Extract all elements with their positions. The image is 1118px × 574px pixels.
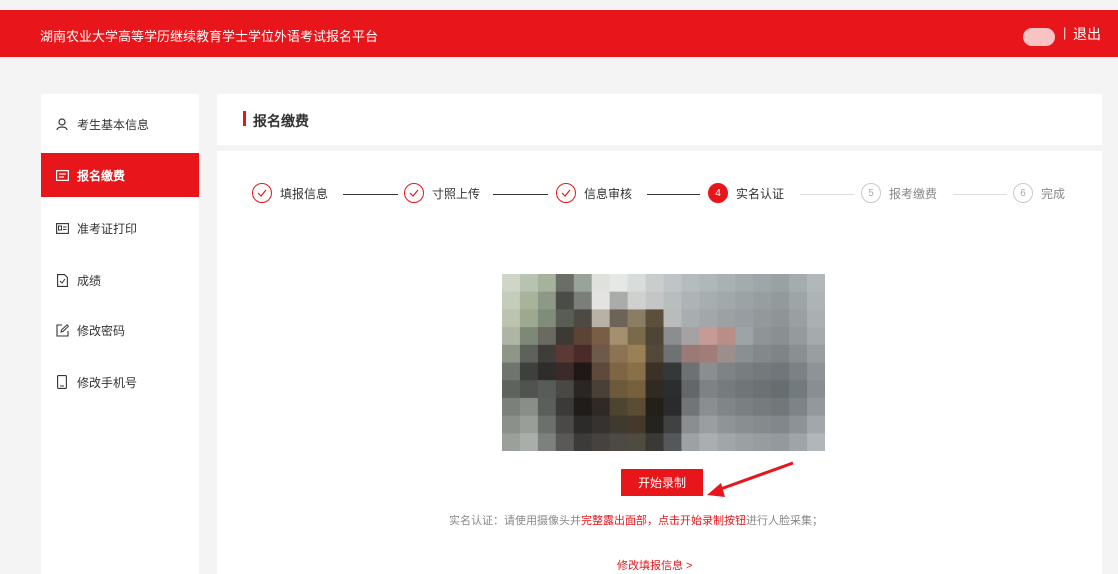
sidebar-item-label: 成绩 xyxy=(77,273,102,288)
step-label: 完成 xyxy=(1041,186,1066,201)
sidebar-item-label: 修改手机号 xyxy=(77,375,138,390)
step-label: 报考缴费 xyxy=(889,186,938,201)
modify-info-link[interactable]: 修改填报信息 > xyxy=(617,557,692,573)
pointer-arrow-icon xyxy=(707,461,794,497)
payment-icon xyxy=(55,168,69,182)
sidebar: 考生基本信息 报名缴费 准考证打印 成绩 修改密码 修改手机号 xyxy=(41,94,199,574)
step-photo-upload: 寸照上传 xyxy=(404,182,480,204)
step-connector xyxy=(953,194,1007,195)
check-icon xyxy=(252,183,272,203)
sidebar-item-admission-ticket[interactable]: 准考证打印 xyxy=(41,206,199,250)
sidebar-item-registration-payment[interactable]: 报名缴费 xyxy=(41,153,199,197)
logout-link[interactable]: 退出 xyxy=(1073,24,1101,44)
sidebar-item-change-phone[interactable]: 修改手机号 xyxy=(41,360,199,404)
check-icon xyxy=(404,183,424,203)
step-number: 4 xyxy=(708,183,728,203)
id-card-icon xyxy=(55,221,69,235)
sidebar-item-basic-info[interactable]: 考生基本信息 xyxy=(41,102,199,146)
step-pay-fee: 5 报考缴费 xyxy=(861,182,937,204)
hint-suffix: 进行人脸采集； xyxy=(746,515,823,527)
auth-hint-text: 实名认证：请使用摄像头并完整露出面部，点击开始录制按钮进行人脸采集； xyxy=(449,512,823,528)
sidebar-item-scores[interactable]: 成绩 xyxy=(41,258,199,302)
sidebar-item-label: 修改密码 xyxy=(77,323,126,338)
step-label: 实名认证 xyxy=(736,186,785,201)
content-header: 报名缴费 xyxy=(217,94,1102,145)
camera-preview xyxy=(502,274,825,451)
step-label: 填报信息 xyxy=(280,186,329,201)
phone-icon xyxy=(55,375,69,389)
sidebar-item-label: 准考证打印 xyxy=(77,221,138,236)
site-title: 湖南农业大学高等学历继续教育学士学位外语考试报名平台 xyxy=(40,29,379,44)
hint-prefix: 实名认证：请使用摄像头并 xyxy=(449,515,581,527)
step-number: 5 xyxy=(861,183,881,203)
edit-icon xyxy=(55,323,69,337)
start-recording-button[interactable]: 开始录制 xyxy=(621,469,703,496)
step-label: 寸照上传 xyxy=(432,186,481,201)
step-number: 6 xyxy=(1013,183,1033,203)
document-icon xyxy=(55,273,69,287)
user-icon xyxy=(55,117,69,131)
step-connector xyxy=(343,194,398,195)
sidebar-item-label: 报名缴费 xyxy=(77,168,126,183)
sidebar-item-label: 考生基本信息 xyxy=(77,117,150,132)
page-title: 报名缴费 xyxy=(253,113,309,129)
step-fill-info: 填报信息 xyxy=(252,182,328,204)
check-icon xyxy=(556,183,576,203)
hint-highlight: 完整露出面部，点击开始录制按钮 xyxy=(581,515,746,527)
step-real-name-auth: 4 实名认证 xyxy=(708,182,784,204)
step-connector xyxy=(800,194,854,195)
content-panel: 填报信息 寸照上传 信息审核 4 实名认证 5 报考缴费 6 完成 开始录制 实… xyxy=(217,151,1102,574)
sidebar-item-change-password[interactable]: 修改密码 xyxy=(41,308,199,352)
header-separator: | xyxy=(1063,25,1067,40)
step-complete: 6 完成 xyxy=(1013,182,1065,204)
step-info-review: 信息审核 xyxy=(556,182,632,204)
top-bar: 湖南农业大学高等学历继续教育学士学位外语考试报名平台 | 退出 xyxy=(0,10,1118,57)
step-connector xyxy=(647,194,700,195)
step-label: 信息审核 xyxy=(584,186,633,201)
title-accent-bar xyxy=(243,111,246,126)
step-connector xyxy=(493,194,548,195)
user-avatar[interactable] xyxy=(1023,28,1055,46)
